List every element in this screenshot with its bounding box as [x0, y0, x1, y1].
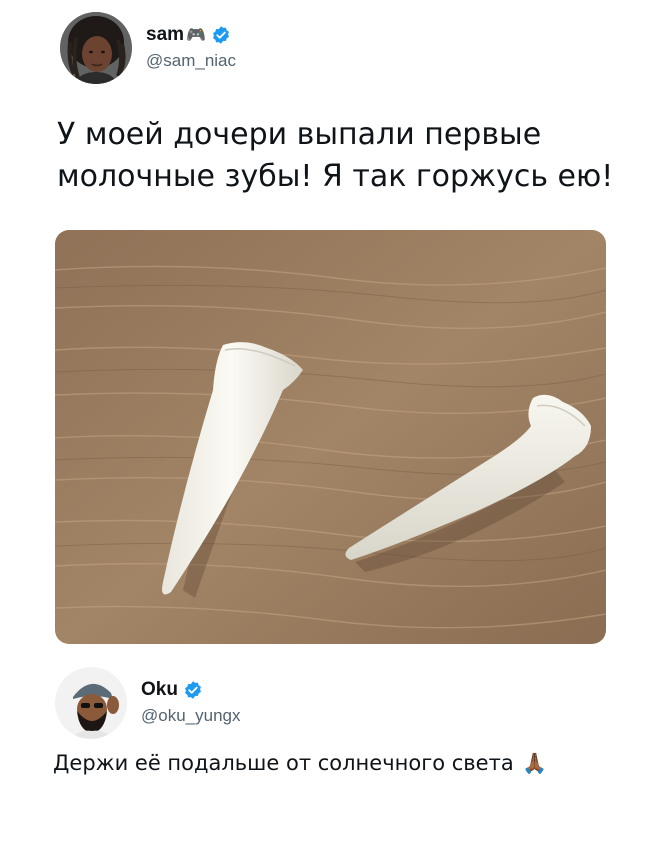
- tweet-text-line-2: молочные зубы! Я так горжусь ею!: [57, 159, 614, 194]
- author-avatar[interactable]: [60, 12, 132, 84]
- author-handle[interactable]: @sam_niac: [146, 50, 236, 72]
- reply-text-body: Держи её подальше от солнечного света: [53, 751, 514, 775]
- teeth-photo-image: [55, 230, 606, 644]
- author-name-row[interactable]: sam 🎮: [146, 24, 236, 46]
- reply-name-row[interactable]: Oku: [141, 679, 241, 701]
- reply-author-name[interactable]: Oku: [141, 679, 178, 701]
- verified-badge-icon: [213, 26, 229, 44]
- reply-author-handle[interactable]: @oku_yungx: [141, 705, 241, 727]
- verified-badge-icon: [185, 681, 201, 699]
- tweet-text-line-1: У моей дочери выпали первые: [57, 117, 542, 152]
- reply-text: Держи её подальше от солнечного света 🙏🏾: [53, 748, 547, 778]
- gamepad-emoji: 🎮: [186, 25, 206, 44]
- tweet-photo[interactable]: [55, 230, 606, 644]
- reply-header: Oku @oku_yungx: [55, 667, 241, 739]
- author-name[interactable]: sam: [146, 24, 184, 46]
- tweet-text: У моей дочери выпали первые молочные зуб…: [57, 114, 613, 198]
- reply-avatar-image: [55, 667, 127, 739]
- tweet-header: sam 🎮 @sam_niac: [60, 12, 236, 84]
- reply-avatar[interactable]: [55, 667, 127, 739]
- folded-hands-emoji: 🙏🏾: [522, 751, 548, 775]
- avatar-image: [60, 12, 132, 84]
